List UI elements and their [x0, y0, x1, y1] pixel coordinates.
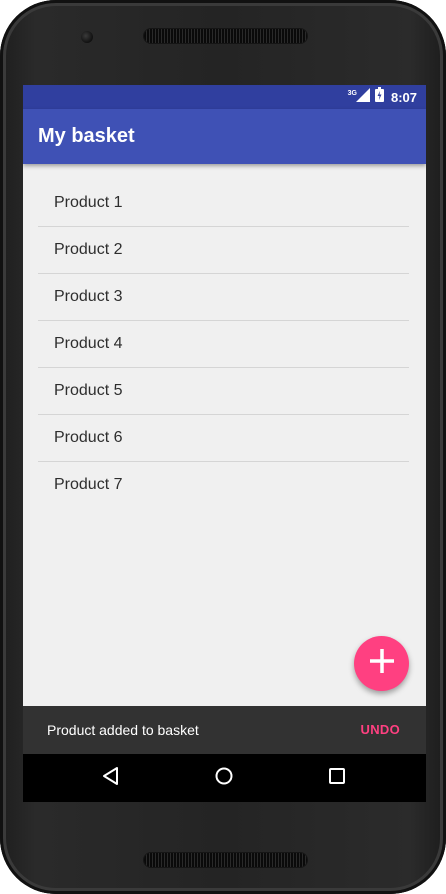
list-item-product-6[interactable]: Product 6 [38, 415, 409, 462]
list-item-product-1[interactable]: Product 1 [38, 180, 409, 227]
add-product-fab[interactable] [354, 636, 409, 691]
back-button[interactable] [99, 766, 123, 790]
home-icon [214, 766, 234, 791]
screen: 3G 8:07 My basket Product 1 Product 2 Pr… [23, 85, 426, 802]
app-bar: My basket [23, 109, 426, 164]
snackbar-message: Product added to basket [47, 722, 199, 738]
list-item-label: Product 1 [54, 194, 123, 211]
list-item-label: Product 2 [54, 241, 123, 258]
snackbar: Product added to basket UNDO [23, 706, 426, 754]
network-type-label: 3G [347, 89, 357, 97]
status-bar: 3G 8:07 [23, 85, 426, 109]
undo-button[interactable]: UNDO [361, 722, 400, 737]
recents-icon [328, 767, 346, 790]
list-item-label: Product 3 [54, 288, 123, 305]
list-item-product-3[interactable]: Product 3 [38, 274, 409, 321]
status-clock: 8:07 [390, 89, 417, 105]
app-title: My basket [38, 125, 135, 147]
navigation-bar [23, 754, 426, 802]
plus-icon [369, 649, 394, 678]
list-item-label: Product 7 [54, 476, 123, 493]
status-icons: 3G 8:07 [347, 87, 417, 107]
list-item-label: Product 4 [54, 335, 123, 352]
back-icon [101, 766, 121, 791]
list-item-product-7[interactable]: Product 7 [38, 462, 409, 509]
home-button[interactable] [212, 766, 236, 790]
battery-charging-icon [374, 87, 384, 107]
list-item-product-2[interactable]: Product 2 [38, 227, 409, 274]
phone-frame: 3G 8:07 My basket Product 1 Product 2 Pr… [0, 0, 446, 894]
product-list: Product 1 Product 2 Product 3 Product 4 … [38, 180, 409, 509]
recents-button[interactable] [325, 766, 349, 790]
list-item-label: Product 6 [54, 429, 123, 446]
front-camera [81, 31, 93, 43]
signal-icon [355, 87, 370, 107]
bottom-speaker-grille [144, 853, 307, 867]
list-item-label: Product 5 [54, 382, 123, 399]
list-item-product-5[interactable]: Product 5 [38, 368, 409, 415]
top-speaker-grille [144, 29, 307, 43]
list-item-product-4[interactable]: Product 4 [38, 321, 409, 368]
